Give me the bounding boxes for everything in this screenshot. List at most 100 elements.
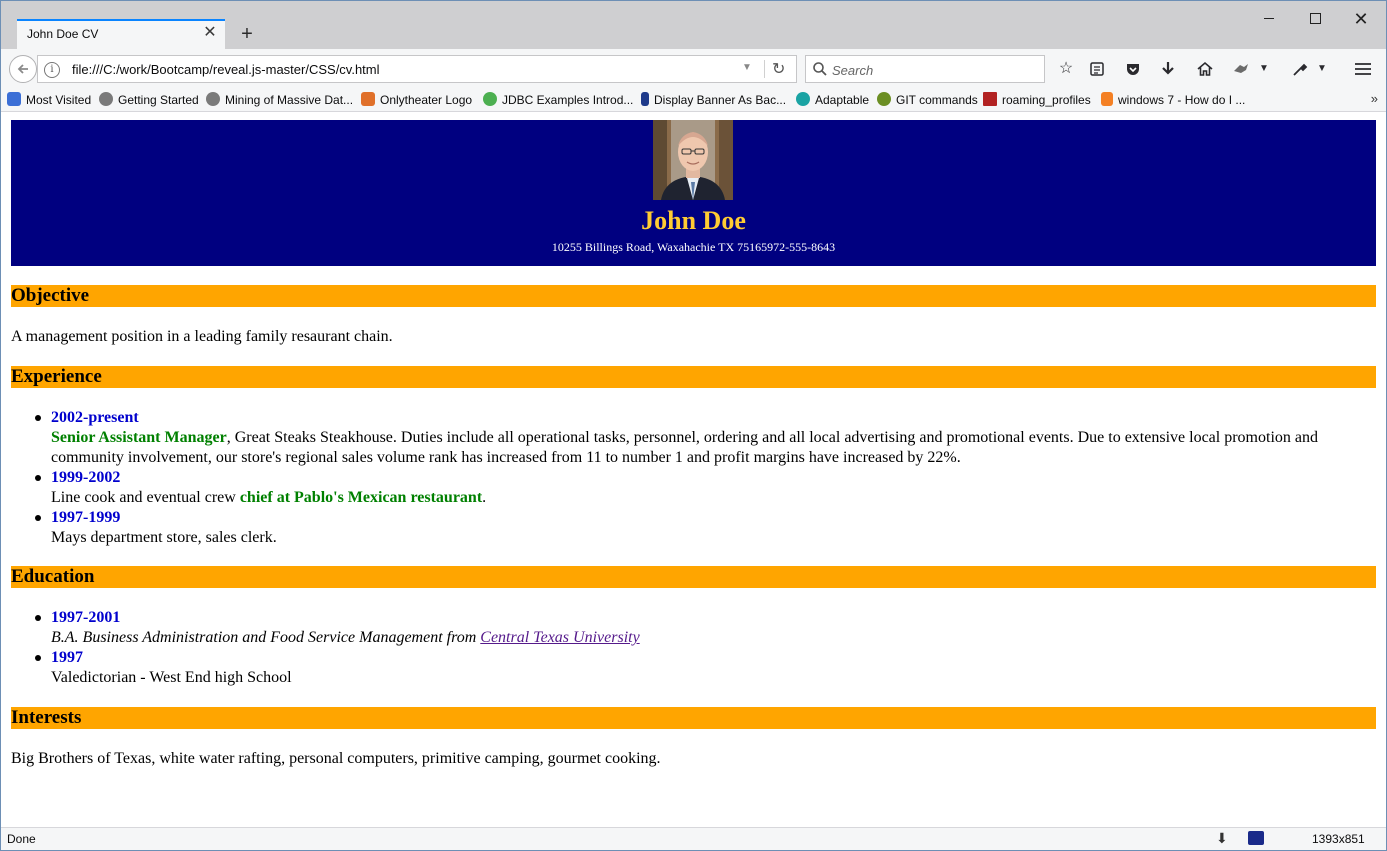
bullet-icon <box>35 655 41 661</box>
list-item: 1997-1999 Mays department store, sales c… <box>35 508 1351 548</box>
education-date: 1997 <box>51 649 83 666</box>
interests-heading: Interests <box>11 707 1376 729</box>
window-size-readout: 1393x851 <box>1312 832 1365 846</box>
bookmark-onlytheater-logo[interactable]: Onlytheater Logo <box>361 92 472 108</box>
bookmark-label: roaming_profiles <box>1002 93 1091 107</box>
tab-strip: John Doe CV ✕ + ✕ <box>1 1 1386 49</box>
objective-text: A management position in a leading famil… <box>11 328 393 345</box>
stackoverflow-icon <box>1101 92 1113 106</box>
bookmark-jdbc-examples[interactable]: JDBC Examples Introd... <box>483 92 633 108</box>
menu-button[interactable] <box>1351 57 1375 81</box>
url-dropdown-icon[interactable]: ▼ <box>742 62 752 73</box>
wrench-icon <box>1293 63 1308 76</box>
bullet-icon <box>35 475 41 481</box>
list-item: 1999-2002 Line cook and eventual crew ch… <box>35 468 1351 508</box>
home-button[interactable] <box>1193 57 1217 81</box>
bullet-icon <box>35 415 41 421</box>
experience-description: , Great Steaks Steakhouse. Duties includ… <box>226 429 1318 446</box>
experience-heading: Experience <box>11 366 1376 388</box>
bookmark-getting-started[interactable]: Getting Started <box>99 92 199 108</box>
extension-button[interactable] <box>1229 57 1253 81</box>
education-description: B.A. Business Administration and Food Se… <box>51 629 481 646</box>
bullet-icon <box>35 615 41 621</box>
hamburger-menu-icon <box>1355 63 1371 75</box>
experience-highlight: chief at Pablo's Mexican restaurant <box>239 489 483 506</box>
bookmark-windows-7[interactable]: windows 7 - How do I ... <box>1101 92 1245 108</box>
browser-window: John Doe CV ✕ + ✕ i file:///C:/work/Boot… <box>0 0 1387 851</box>
bookmark-most-visited[interactable]: Most Visited <box>7 92 91 108</box>
tab-john-doe-cv[interactable]: John Doe CV ✕ <box>17 19 225 49</box>
bookmark-label: Adaptable <box>815 93 870 107</box>
bookmark-git-commands[interactable]: GIT commands <box>877 92 978 108</box>
reload-icon[interactable]: ↻ <box>772 59 785 79</box>
star-icon: ☆ <box>1058 60 1074 77</box>
onlytheater-icon <box>361 92 375 106</box>
list-item: 1997 Valedictorian - West End high Schoo… <box>35 648 1351 688</box>
jdbc-icon <box>483 92 497 106</box>
education-heading: Education <box>11 566 1376 588</box>
close-window-button[interactable]: ✕ <box>1338 5 1384 33</box>
bullet-icon <box>35 515 41 521</box>
tools-button[interactable] <box>1288 57 1312 81</box>
list-item: 2002-present Senior Assistant Manager, G… <box>35 408 1351 468</box>
cv-address: 10255 Billings Road, Waxahachie TX 75165… <box>551 240 836 254</box>
education-list: 1997-2001 B.A. Business Administration a… <box>35 608 1351 688</box>
minimize-button[interactable] <box>1246 5 1292 33</box>
download-icon <box>1162 62 1174 75</box>
list-item: 1997-2001 B.A. Business Administration a… <box>35 608 1351 648</box>
minimize-icon <box>1264 18 1274 19</box>
most-visited-icon <box>7 92 21 106</box>
url-bar[interactable]: i file:///C:/work/Bootcamp/reveal.js-mas… <box>37 55 797 83</box>
globe-icon <box>206 92 220 106</box>
experience-date: 1999-2002 <box>51 469 121 486</box>
interests-text: Big Brothers of Texas, white water rafti… <box>11 750 661 767</box>
bookmark-display-banner[interactable]: Display Banner As Bac... <box>641 92 786 108</box>
tab-close-icon[interactable]: ✕ <box>201 24 219 42</box>
display-banner-icon <box>641 92 649 106</box>
cv-header: John Doe 10255 Billings Road, Waxahachie… <box>11 120 1376 266</box>
profile-photo <box>653 120 733 200</box>
search-input[interactable] <box>830 59 1034 81</box>
new-tab-button[interactable]: + <box>235 23 259 47</box>
tab-title: John Doe CV <box>27 27 99 41</box>
bookmark-star-button[interactable]: ☆ <box>1054 57 1078 81</box>
downloads-button[interactable] <box>1156 57 1180 81</box>
extension-icon <box>1234 64 1248 73</box>
download-icon[interactable]: ⬇ <box>1216 830 1228 847</box>
back-button[interactable] <box>9 55 37 83</box>
experience-description-continued: community involvement, our store's regio… <box>51 449 961 466</box>
education-date: 1997-2001 <box>51 609 121 626</box>
url-separator <box>764 60 765 78</box>
maximize-button[interactable] <box>1292 5 1338 33</box>
page-content: John Doe 10255 Billings Road, Waxahachie… <box>1 112 1386 827</box>
maximize-icon <box>1310 13 1321 24</box>
close-icon: ✕ <box>1353 9 1369 29</box>
status-bar: Done ⬇ 1393x851 <box>1 827 1386 850</box>
extension-dropdown[interactable]: ▼ <box>1257 57 1271 81</box>
bookmark-roaming-profiles[interactable]: roaming_profiles <box>983 92 1091 108</box>
tools-dropdown[interactable]: ▼ <box>1315 57 1329 81</box>
globe-icon <box>99 92 113 106</box>
arrow-left-icon <box>17 64 28 74</box>
bookmark-label: JDBC Examples Introd... <box>502 93 634 107</box>
home-icon <box>1197 61 1213 76</box>
bookmarks-overflow-icon[interactable]: » <box>1371 91 1378 106</box>
library-button[interactable] <box>1085 57 1109 81</box>
bookmark-label: Most Visited <box>26 93 92 107</box>
bookmark-label: GIT commands <box>896 93 978 107</box>
pocket-button[interactable] <box>1121 57 1145 81</box>
status-text: Done <box>7 832 36 846</box>
experience-description: Line cook and eventual crew <box>51 489 240 506</box>
pocket-icon <box>1127 64 1139 75</box>
info-icon[interactable]: i <box>44 62 60 78</box>
university-link[interactable]: Central Texas University <box>480 629 639 646</box>
extension-status-icon[interactable] <box>1248 831 1264 845</box>
experience-description: Mays department store, sales clerk. <box>51 529 277 546</box>
experience-date: 1997-1999 <box>51 509 121 526</box>
url-text[interactable]: file:///C:/work/Bootcamp/reveal.js-maste… <box>72 62 380 77</box>
search-bar[interactable] <box>805 55 1045 83</box>
bookmark-adaptable[interactable]: Adaptable <box>796 92 869 108</box>
bookmark-mining-massive-data[interactable]: Mining of Massive Dat... <box>206 92 353 108</box>
experience-role: Senior Assistant Manager <box>51 429 227 446</box>
chevron-down-icon: ▼ <box>1259 63 1269 74</box>
